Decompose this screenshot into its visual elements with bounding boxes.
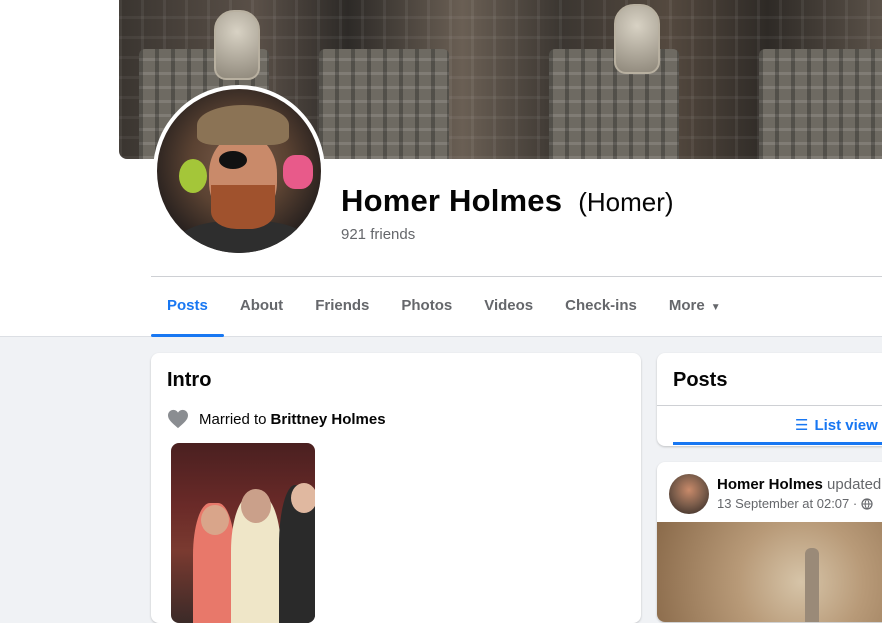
post-action: updated bbox=[827, 476, 882, 493]
list-view-label: List view bbox=[814, 416, 878, 434]
photo-face bbox=[201, 505, 229, 535]
cover-figure bbox=[614, 4, 660, 74]
tab-label: Videos bbox=[484, 297, 534, 314]
avatar-eyepatch bbox=[219, 151, 247, 169]
profile-name-row: Homer Holmes (Homer) bbox=[341, 183, 674, 219]
post-image-detail bbox=[805, 548, 819, 622]
tab-label: Friends bbox=[315, 297, 370, 314]
post-timestamp[interactable]: 13 September at 02:07 · bbox=[717, 496, 857, 511]
friends-count[interactable]: 921 friends bbox=[341, 226, 415, 243]
tab-label: Photos bbox=[401, 297, 453, 314]
relationship-status: Married to Brittney Holmes bbox=[167, 409, 386, 429]
avatar-toy bbox=[179, 159, 207, 193]
spouse-link[interactable]: Brittney Holmes bbox=[271, 411, 386, 428]
intro-title: Intro bbox=[167, 369, 212, 391]
caret-down-icon: ▼ bbox=[710, 302, 721, 313]
profile-name: Homer Holmes bbox=[341, 183, 563, 218]
intro-card: Intro Married to Brittney Holmes bbox=[151, 353, 641, 623]
tab-check-ins[interactable]: Check-ins bbox=[549, 277, 653, 337]
cover-figure bbox=[759, 49, 882, 159]
tab-videos[interactable]: Videos bbox=[468, 277, 549, 337]
profile-header: Homer Holmes (Homer) 921 friends Posts A… bbox=[0, 0, 882, 337]
globe-icon bbox=[861, 497, 873, 510]
list-view-button[interactable]: ☰ List view bbox=[795, 416, 878, 435]
tab-more[interactable]: More ▼ bbox=[653, 277, 737, 337]
posts-divider bbox=[657, 405, 882, 406]
post-header: Homer Holmes updated bbox=[717, 476, 881, 493]
avatar-hat bbox=[197, 105, 289, 145]
list-icon: ☰ bbox=[795, 417, 809, 434]
avatar-beard bbox=[211, 185, 275, 229]
tab-label: Check-ins bbox=[565, 297, 637, 314]
photo-face bbox=[241, 489, 271, 523]
tab-label: About bbox=[239, 297, 284, 314]
tab-posts[interactable]: Posts bbox=[151, 277, 224, 337]
tab-about[interactable]: About bbox=[224, 277, 299, 337]
heart-icon bbox=[168, 409, 188, 429]
posts-title: Posts bbox=[673, 369, 728, 391]
cover-figure bbox=[214, 10, 260, 80]
post-card: Homer Holmes updated 13 September at 02:… bbox=[657, 462, 882, 622]
post-author-avatar[interactable] bbox=[669, 474, 709, 514]
tab-label: More bbox=[668, 297, 705, 314]
active-view-indicator bbox=[673, 442, 882, 445]
married-label: Married to bbox=[199, 410, 267, 428]
tab-photos[interactable]: Photos bbox=[385, 277, 468, 337]
profile-tabs: Posts About Friends Photos Videos Check-… bbox=[151, 277, 737, 337]
profile-avatar[interactable] bbox=[153, 85, 325, 257]
tab-label: Posts bbox=[167, 297, 208, 314]
post-author-name[interactable]: Homer Holmes bbox=[717, 476, 823, 493]
post-timestamp-row: 13 September at 02:07 · bbox=[717, 496, 873, 511]
tab-friends[interactable]: Friends bbox=[299, 277, 385, 337]
featured-photo[interactable] bbox=[171, 443, 315, 623]
photo-face bbox=[291, 483, 315, 513]
avatar-toy bbox=[283, 155, 313, 189]
cover-figure bbox=[319, 49, 449, 159]
post-image[interactable] bbox=[657, 522, 882, 622]
profile-nickname: (Homer) bbox=[578, 187, 674, 217]
posts-panel: Posts ☰ List view bbox=[657, 353, 882, 446]
